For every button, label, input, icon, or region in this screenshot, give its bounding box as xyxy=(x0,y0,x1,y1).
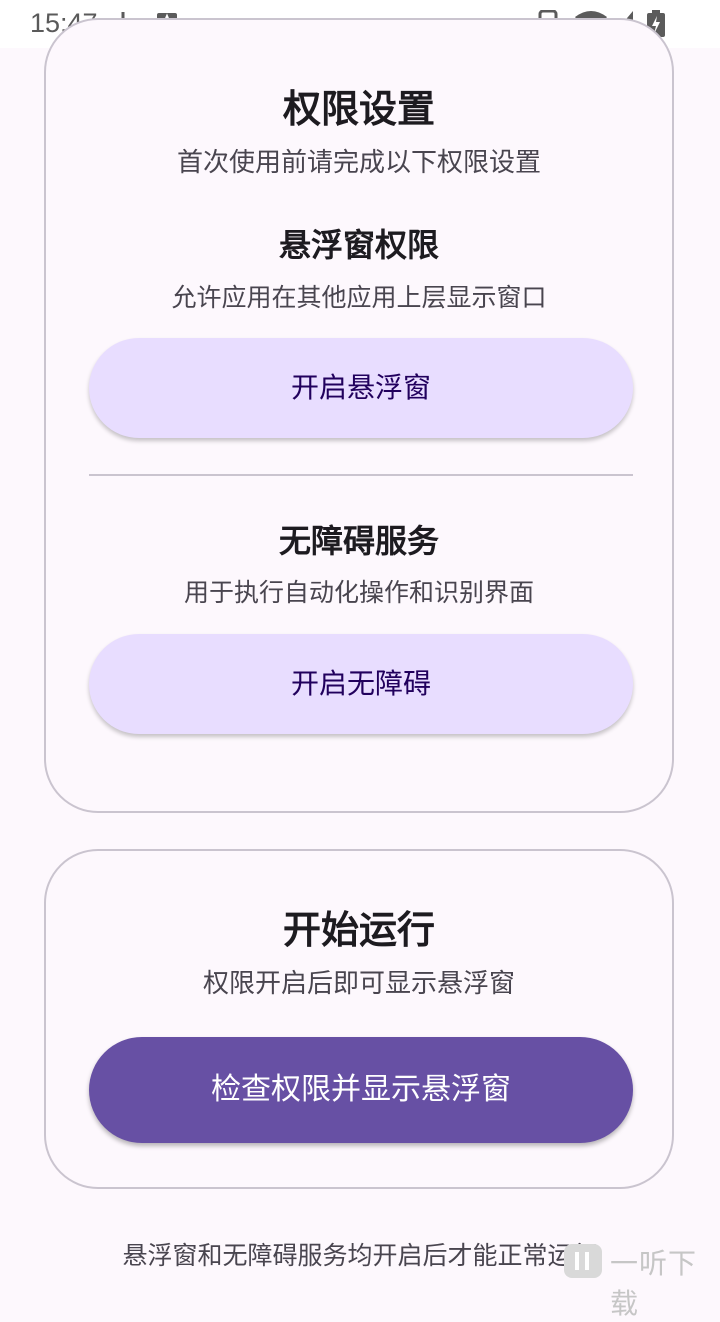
permission-card: 权限设置 首次使用前请完成以下权限设置 悬浮窗权限 允许应用在其他应用上层显示窗… xyxy=(44,18,674,813)
watermark-text: 一听下载 xyxy=(610,1247,698,1320)
accessibility-service-description: 用于执行自动化操作和识别界面 xyxy=(183,578,534,607)
run-card: 开始运行 权限开启后即可显示悬浮窗 检查权限并显示悬浮窗 xyxy=(44,849,674,1189)
section-divider xyxy=(89,474,633,476)
enable-accessibility-button[interactable]: 开启无障碍 xyxy=(89,634,633,734)
enable-overlay-button[interactable]: 开启悬浮窗 xyxy=(89,338,633,438)
run-card-title: 开始运行 xyxy=(282,908,435,952)
overlay-permission-title: 悬浮窗权限 xyxy=(278,226,439,264)
accessibility-service-title: 无障碍服务 xyxy=(278,522,439,560)
watermark: 一听下载 xyxy=(562,1240,720,1320)
run-card-subtitle: 权限开启后即可显示悬浮窗 xyxy=(202,969,515,999)
watermark-logo-icon xyxy=(564,1244,602,1278)
permission-card-title: 权限设置 xyxy=(282,87,435,131)
overlay-permission-description: 允许应用在其他应用上层显示窗口 xyxy=(171,283,547,312)
check-permissions-show-overlay-button[interactable]: 检查权限并显示悬浮窗 xyxy=(89,1037,633,1143)
permission-card-subtitle: 首次使用前请完成以下权限设置 xyxy=(176,148,541,178)
